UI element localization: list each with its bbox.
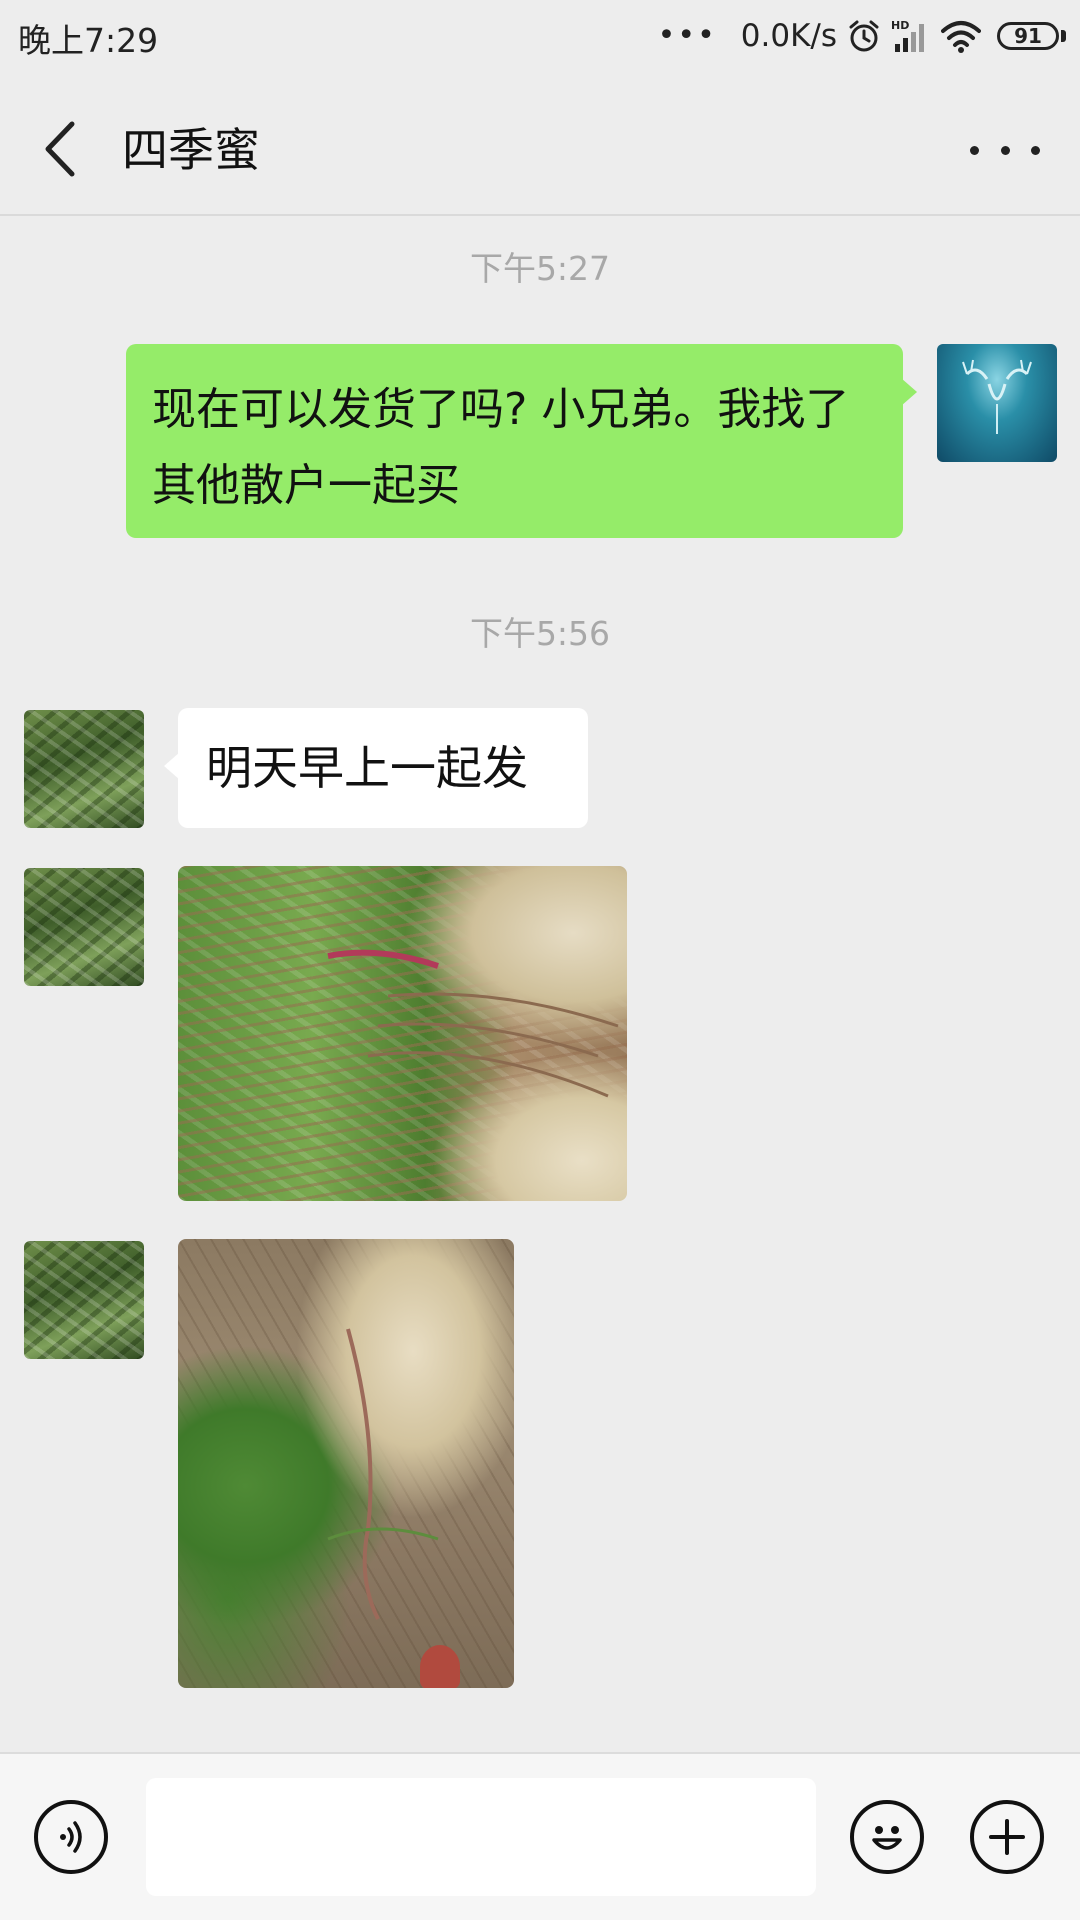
network-speed: 0.0K/s [740, 18, 837, 54]
timestamp: 下午5:27 [469, 249, 611, 288]
voice-button[interactable] [34, 1800, 108, 1874]
back-arrow-icon [45, 121, 75, 177]
battery-icon: 91 [997, 22, 1059, 50]
incoming-image-message[interactable] [178, 1239, 514, 1688]
incoming-message-bubble[interactable]: 明天早上一起发 [164, 708, 588, 828]
status-icons: ••• 0.0K/s HD 91 [658, 14, 1066, 58]
timestamp: 下午5:56 [469, 614, 611, 653]
outgoing-message-bubble[interactable]: 现在可以发货了吗? 小兄弟。我找了其他散户一起买 [126, 344, 917, 538]
emoji-icon [872, 1826, 902, 1850]
message-input[interactable] [146, 1778, 816, 1896]
battery-tip [1061, 30, 1066, 42]
contact-avatar[interactable] [24, 710, 144, 828]
more-functions-button[interactable] [970, 1800, 1044, 1874]
voice-icon [60, 1821, 82, 1853]
plus-icon [989, 1819, 1025, 1855]
contact-avatar[interactable] [24, 1241, 144, 1359]
more-icon [970, 145, 979, 155]
self-avatar[interactable] [937, 344, 1057, 462]
alarm-icon [849, 20, 879, 52]
chat-header: 四季蜜 [0, 76, 1080, 216]
back-button[interactable] [36, 114, 96, 184]
shoe-in-photo [420, 1645, 460, 1688]
svg-text:HD: HD [891, 19, 909, 32]
more-dots-icon: ••• [657, 18, 717, 53]
status-time: 晚上7:29 [18, 21, 159, 60]
more-button[interactable] [970, 120, 1040, 180]
chat-title: 四季蜜 [122, 123, 260, 177]
contact-avatar[interactable] [24, 868, 144, 986]
input-bar [0, 1752, 1080, 1920]
emoji-button[interactable] [850, 1800, 924, 1874]
deer-head-avatar-image [962, 359, 1032, 434]
hd-signal-icon: HD [891, 19, 924, 52]
status-bar: 晚上7:29 ••• 0.0K/s HD 91 [0, 0, 1080, 76]
seedlings-photo-image [327, 949, 619, 1098]
incoming-image-message[interactable] [178, 866, 627, 1201]
battery-level: 91 [1014, 24, 1042, 48]
ground-photo-image [327, 1328, 439, 1620]
wifi-icon [941, 21, 981, 53]
